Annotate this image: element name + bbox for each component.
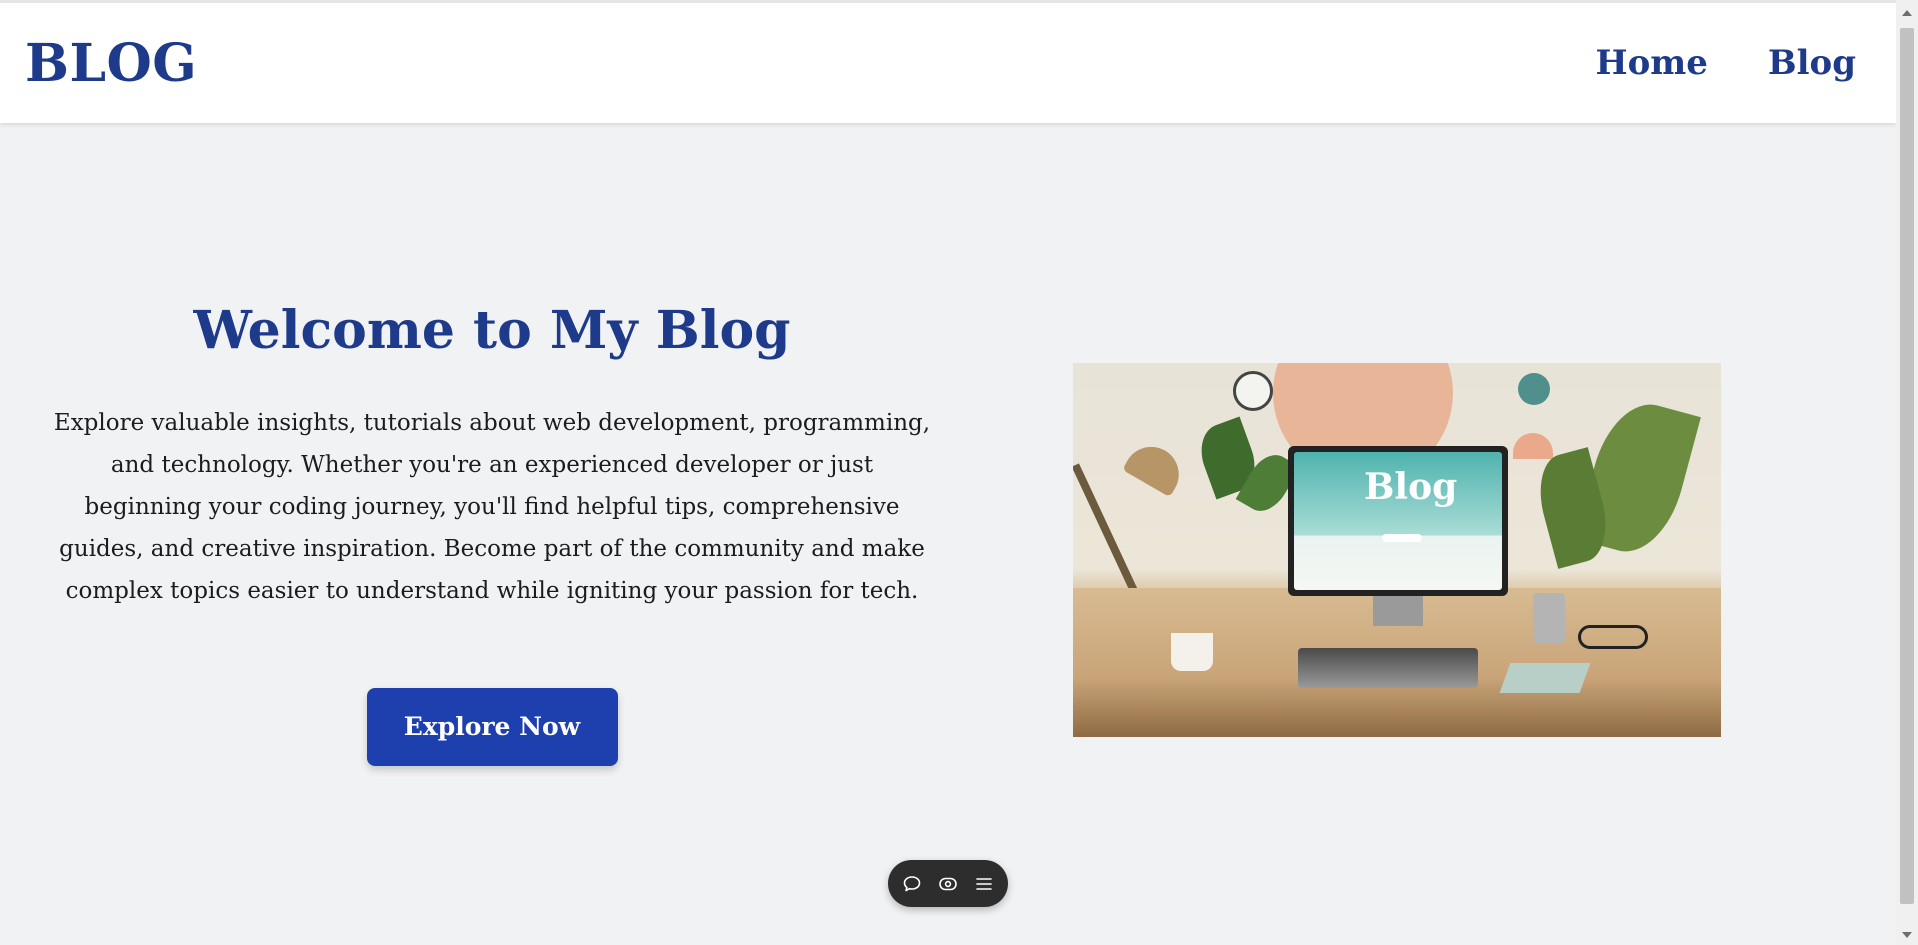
monitor-illustration: Blog: [1288, 446, 1508, 596]
floating-toolbar: [888, 860, 1008, 907]
screen-blog-title: Blog: [1364, 466, 1458, 508]
menu-icon[interactable]: [972, 872, 996, 896]
nav-home-link[interactable]: Home: [1595, 43, 1707, 83]
main-nav: Home Blog: [1595, 43, 1856, 83]
glasses-icon: [1578, 625, 1648, 649]
explore-now-button[interactable]: Explore Now: [366, 688, 618, 767]
site-logo[interactable]: BLOG: [25, 33, 197, 94]
hero-title: Welcome to My Blog: [193, 300, 791, 361]
scroll-down-arrow-icon[interactable]: [1902, 932, 1912, 938]
coffee-mug-icon: [1171, 633, 1213, 671]
hero-section: Welcome to My Blog Explore valuable insi…: [40, 300, 944, 767]
scroll-up-arrow-icon[interactable]: [1902, 10, 1912, 16]
vertical-scrollbar[interactable]: [1896, 0, 1918, 945]
clock-icon: [1233, 371, 1273, 411]
page: BLOG Home Blog Welcome to My Blog Explor…: [0, 0, 1918, 945]
monitor-stand: [1373, 596, 1423, 626]
chat-bubble-icon[interactable]: [900, 872, 924, 896]
scrollbar-thumb[interactable]: [1900, 28, 1914, 904]
nav-blog-link[interactable]: Blog: [1768, 43, 1856, 83]
wall-decor-circle: [1513, 433, 1553, 459]
monitor-screen: Blog: [1294, 452, 1502, 590]
screen-button: [1382, 534, 1422, 542]
wall-decor-circle: [1518, 373, 1550, 405]
site-header: BLOG Home Blog: [0, 3, 1896, 123]
eye-icon[interactable]: [936, 872, 960, 896]
lamp-arm: [1073, 463, 1143, 603]
pencil-cup-icon: [1533, 593, 1565, 643]
laptop-icon: [1298, 648, 1478, 688]
hero-description: Explore valuable insights, tutorials abo…: [53, 410, 931, 605]
lamp-icon: [1122, 436, 1189, 498]
hero-image: Blog: [1073, 363, 1721, 737]
mousepad: [1499, 663, 1591, 693]
